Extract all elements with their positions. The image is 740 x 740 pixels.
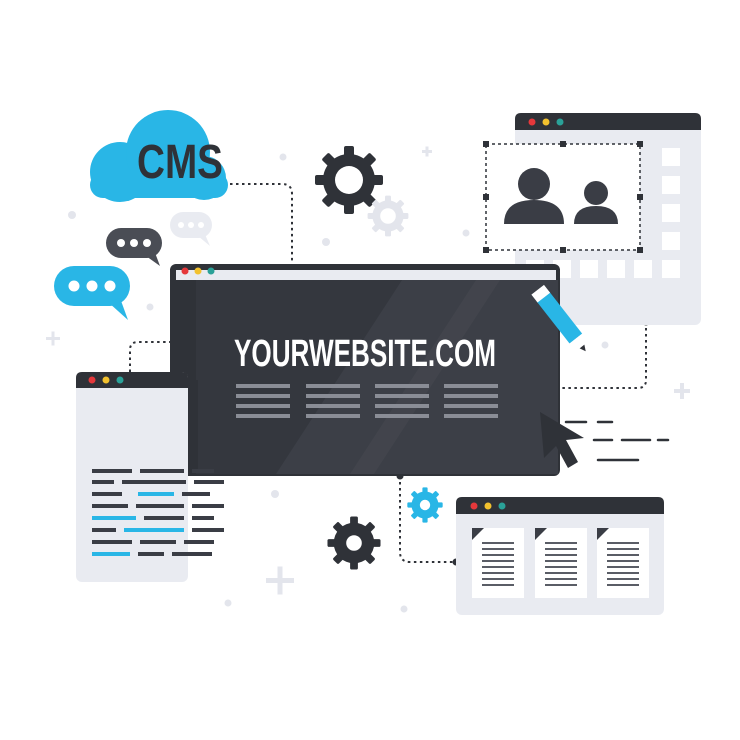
chat-bubble-small-gray [170, 212, 212, 246]
cursor-motion-lines [564, 420, 670, 462]
gear-icon [407, 487, 443, 523]
window-dot-yellow [102, 376, 110, 384]
window-dot-yellow [542, 118, 550, 126]
window-dot-yellow [194, 267, 202, 275]
website-title: YOURWEBSITE.COM [234, 333, 496, 375]
document-icon[interactable] [597, 528, 649, 598]
gear-icon [367, 195, 409, 237]
documents-window [456, 497, 664, 615]
window-dot-red [88, 376, 96, 384]
window-dot-teal [556, 118, 564, 126]
document-icon[interactable] [535, 528, 587, 598]
document-icon[interactable] [472, 528, 524, 598]
gear-icon [327, 516, 381, 570]
cms-label: CMS [137, 136, 223, 189]
window-dot-teal [498, 502, 506, 510]
chat-bubble-blue [54, 266, 130, 320]
window-dot-teal [207, 267, 215, 275]
window-dot-red [528, 118, 536, 126]
cms-illustration: CMS YOURWEBSITE.COM [46, 110, 701, 615]
chat-bubble-dark [106, 228, 162, 266]
window-dot-red [181, 267, 189, 275]
selected-image[interactable] [483, 141, 643, 253]
main-browser-window: YOURWEBSITE.COM [170, 264, 560, 476]
window-dot-red [470, 502, 478, 510]
window-dot-teal [116, 376, 124, 384]
address-bar [176, 270, 556, 280]
window-dot-yellow [484, 502, 492, 510]
cms-cloud: CMS [90, 110, 228, 202]
